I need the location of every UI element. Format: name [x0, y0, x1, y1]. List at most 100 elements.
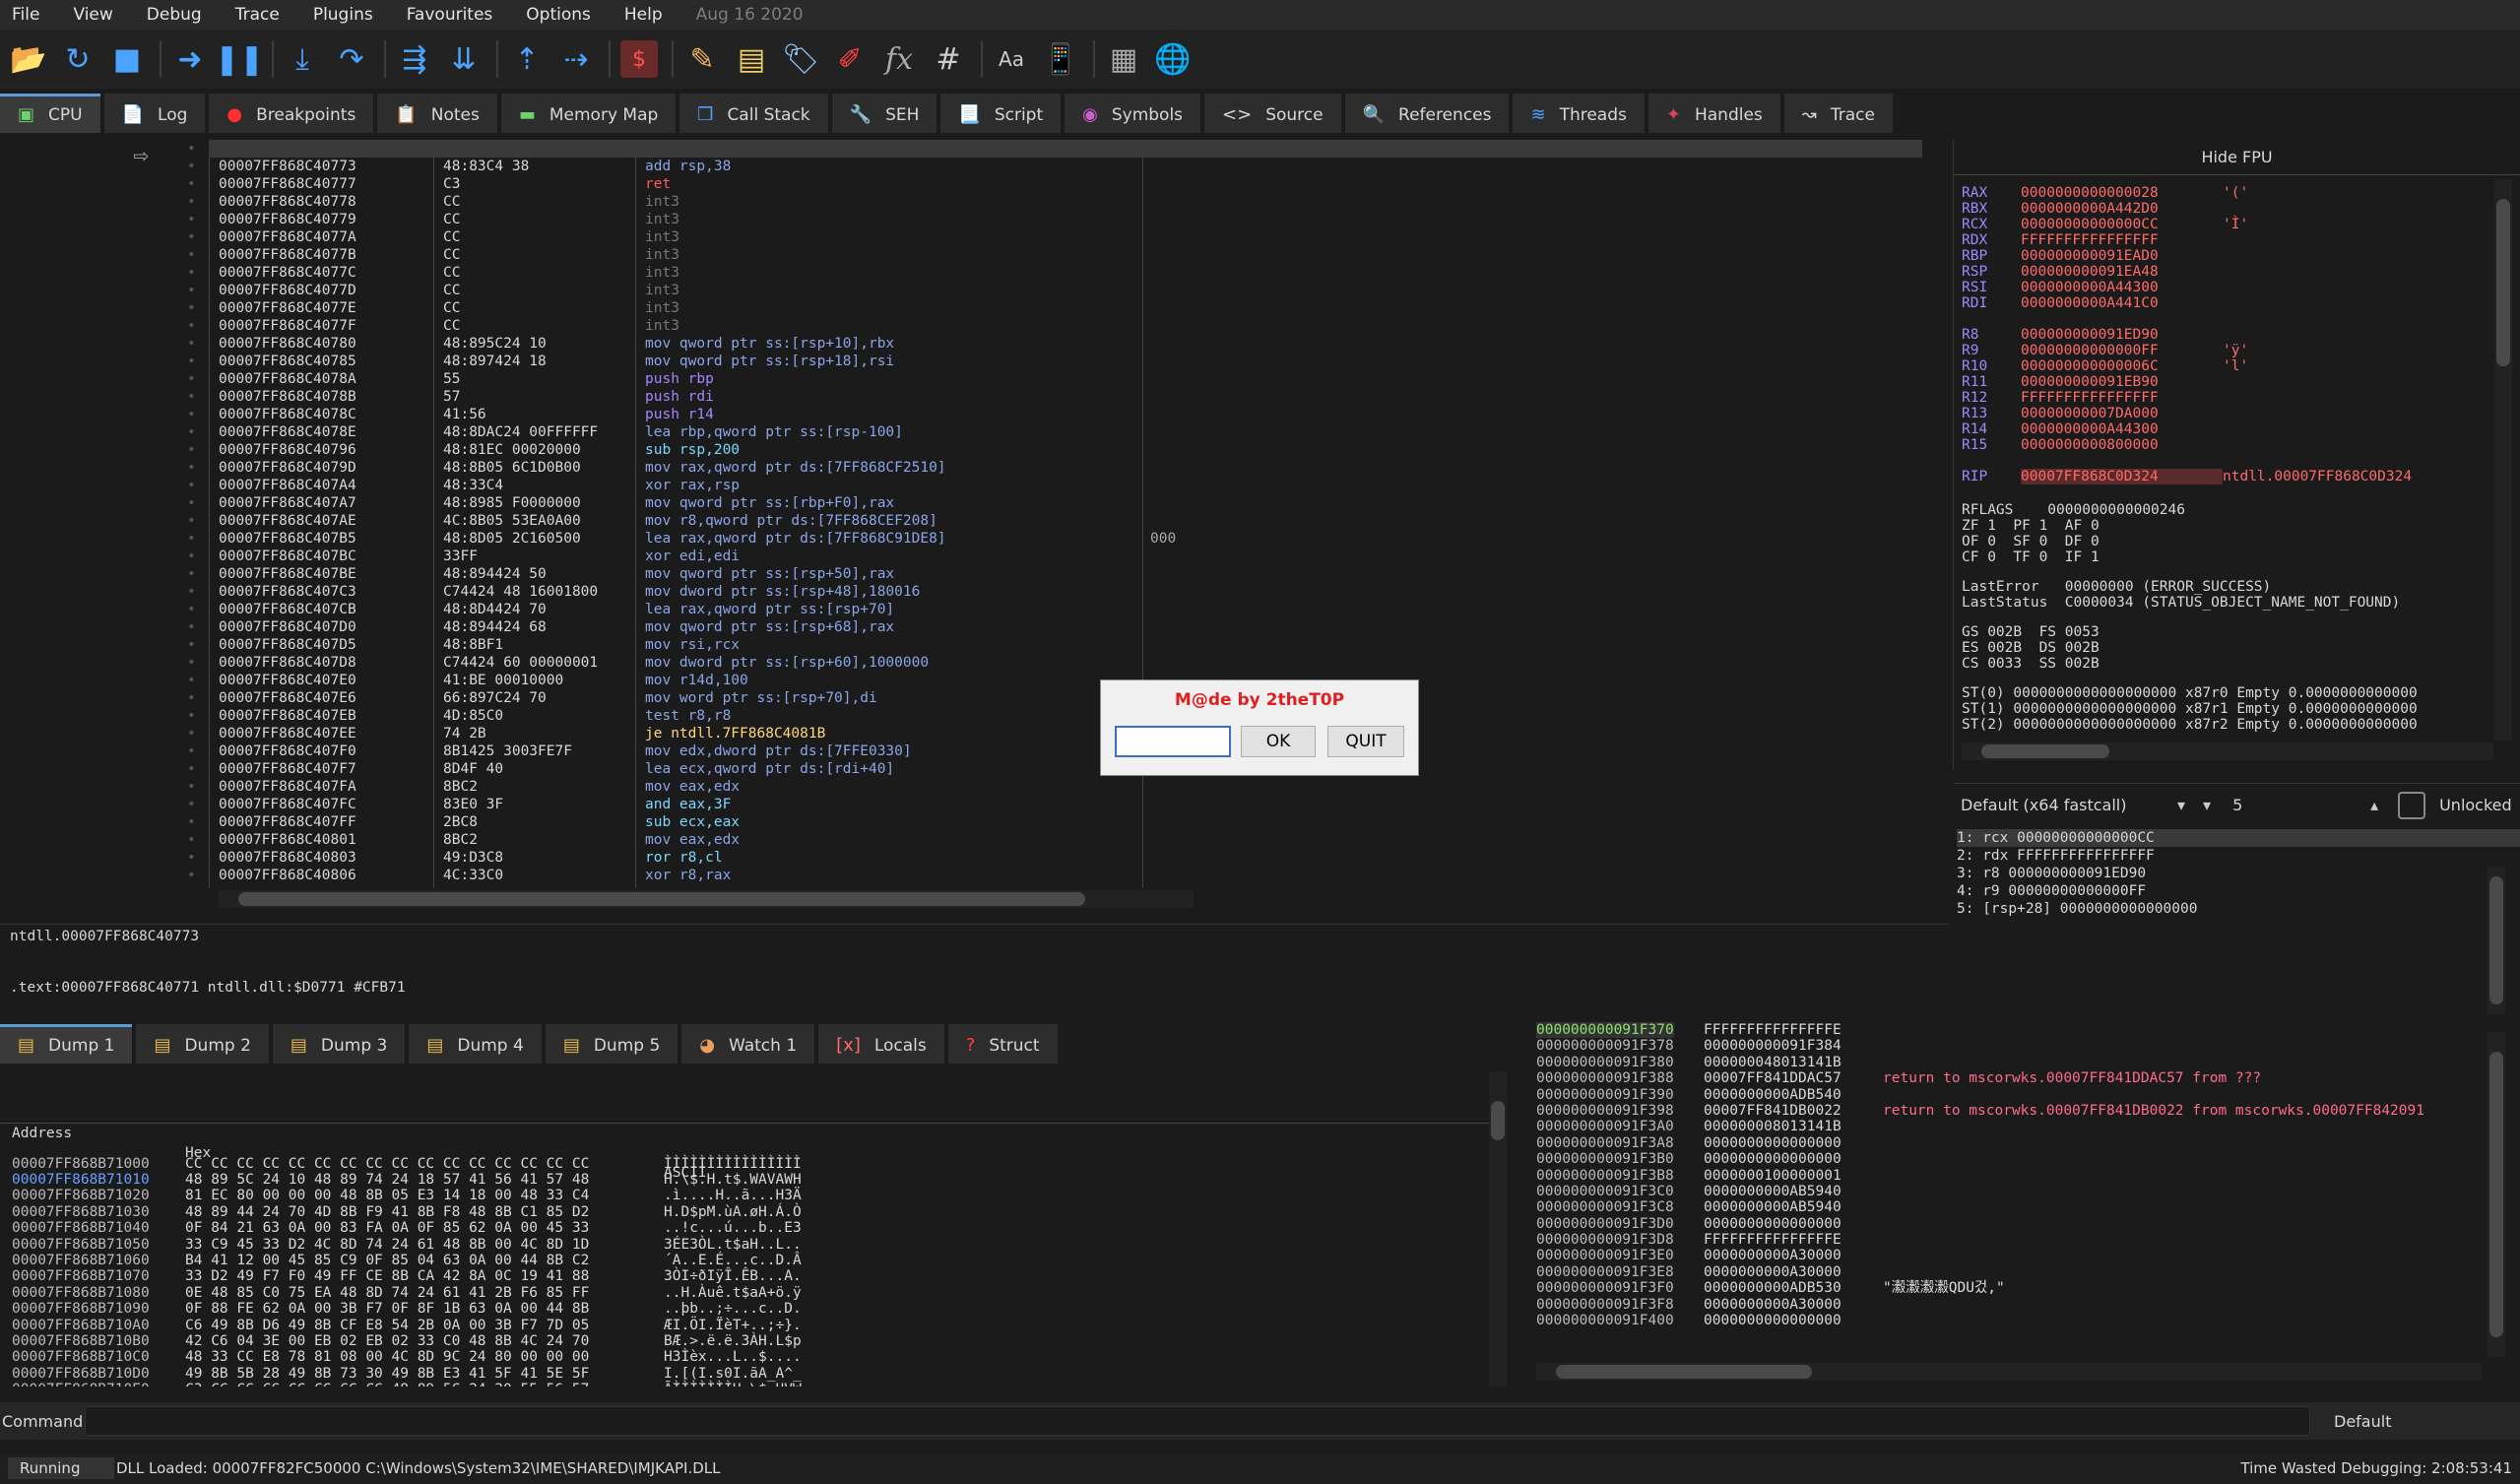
- hash-icon[interactable]: #: [930, 40, 967, 78]
- breakpoint-dot-icon[interactable]: •: [187, 707, 196, 725]
- disasm-row[interactable]: • 00007FF868C40796 48:81EC 00020000 sub rsp…: [0, 441, 1177, 459]
- breakpoint-dot-icon[interactable]: •: [187, 211, 196, 228]
- menu-help[interactable]: Help: [624, 5, 663, 25]
- font-size-icon[interactable]: Aa: [993, 40, 1030, 78]
- register-row[interactable]: [1954, 453, 2520, 469]
- breakpoint-dot-icon[interactable]: •: [187, 423, 196, 441]
- menu-debug[interactable]: Debug: [147, 5, 202, 25]
- breakpoint-dot-icon[interactable]: •: [187, 140, 196, 158]
- register-row[interactable]: RCX 00000000000000CC 'Ì': [1954, 217, 2520, 232]
- disasm-row[interactable]: • 00007FF868C407BE 48:894424 50 mov qword p…: [0, 565, 1177, 583]
- tab-breakpoints[interactable]: ● Breakpoints: [209, 94, 374, 133]
- breakpoint-dot-icon[interactable]: •: [187, 831, 196, 849]
- restart-icon[interactable]: ↻: [59, 40, 97, 78]
- segment-row[interactable]: CS 0033 SS 002B: [1954, 656, 2520, 672]
- tab-handles[interactable]: ✦ Handles: [1648, 94, 1780, 133]
- stack-row[interactable]: 000000000091F370 FFFFFFFFFFFFFFFE: [1526, 1022, 2520, 1039]
- comment-icon[interactable]: ▤: [733, 40, 770, 78]
- chevron-up-icon[interactable]: ▴: [2370, 796, 2378, 814]
- argument-row[interactable]: 2: rdx FFFFFFFFFFFFFFFF: [1957, 847, 2520, 865]
- disasm-row[interactable]: • 00007FF868C4077B CC int3: [0, 246, 1177, 264]
- disasm-row[interactable]: • 00007FF868C40779 CC int3: [0, 211, 1177, 228]
- breakpoint-dot-icon[interactable]: •: [187, 299, 196, 317]
- disasm-row[interactable]: • 00007FF868C407FA 8BC2 mov eax,edx: [0, 778, 1177, 796]
- breakpoint-dot-icon[interactable]: •: [187, 317, 196, 335]
- register-row[interactable]: RBX 0000000000A442D0: [1954, 201, 2520, 217]
- unlocked-checkbox[interactable]: [2398, 791, 2426, 819]
- tab-locals[interactable]: [x] Locals: [818, 1024, 944, 1064]
- disasm-row[interactable]: • 00007FF868C4078B 57 push rdi: [0, 388, 1177, 406]
- tab-notes[interactable]: 📋 Notes: [377, 94, 497, 133]
- tab-dump-5[interactable]: ▤ Dump 5: [545, 1024, 678, 1064]
- stack-row[interactable]: 000000000091F380 000000048013141B: [1526, 1055, 2520, 1070]
- arg-count-spinner[interactable]: 5: [2232, 796, 2370, 814]
- tab-script[interactable]: 📃 Script: [940, 94, 1062, 133]
- stack-row[interactable]: 000000000091F390 0000000000ADB540: [1526, 1087, 2520, 1103]
- register-row[interactable]: [1954, 311, 2520, 327]
- tab-struct[interactable]: ? Struct: [947, 1024, 1058, 1064]
- patch-icon[interactable]: ✎: [683, 40, 721, 78]
- breakpoint-dot-icon[interactable]: •: [187, 742, 196, 760]
- register-row[interactable]: RSI 0000000000A44300: [1954, 280, 2520, 295]
- segment-row[interactable]: ES 002B DS 002B: [1954, 640, 2520, 656]
- argument-row[interactable]: 3: r8 000000000091ED90: [1957, 865, 2520, 882]
- segment-row[interactable]: GS 002B FS 0053: [1954, 624, 2520, 640]
- register-row[interactable]: R11 000000000091EB90: [1954, 374, 2520, 390]
- dump-row[interactable]: 00007FF868B710A0 C6 49 8B D6 49 8B CF E8 …: [0, 1318, 1502, 1333]
- breakpoint-dot-icon[interactable]: •: [187, 849, 196, 867]
- disasm-row[interactable]: • 00007FF868C4077D CC int3: [0, 282, 1177, 299]
- argument-row[interactable]: 5: [rsp+28] 0000000000000000: [1957, 900, 2520, 918]
- breakpoint-dot-icon[interactable]: •: [187, 264, 196, 282]
- dump-rows[interactable]: 00007FF868B71000 CC CC CC CC CC CC CC CC …: [0, 1156, 1502, 1387]
- disasm-row[interactable]: • 00007FF868C40777 C3 ret: [0, 175, 1177, 193]
- stack-row[interactable]: 000000000091F3A8 0000000000000000: [1526, 1135, 2520, 1151]
- dump-row[interactable]: 00007FF868B710E0 C3 CC CC CC CC CC CC CC …: [0, 1382, 1502, 1387]
- register-row[interactable]: RDX FFFFFFFFFFFFFFFF: [1954, 232, 2520, 248]
- arguments-list[interactable]: 1: rcx 00000000000000CC 2: rdx FFFFFFFFFF…: [1953, 829, 2520, 1016]
- stack-row[interactable]: 000000000091F388 00007FF841DDAC57 return t…: [1526, 1070, 2520, 1086]
- calculator-icon[interactable]: ▦: [1105, 40, 1142, 78]
- disasm-row[interactable]: • 00007FF868C407FF 2BC8 sub ecx,eax: [0, 813, 1177, 831]
- register-row[interactable]: R10 000000000000006C 'l': [1954, 358, 2520, 374]
- last-error[interactable]: LastError 00000000 (ERROR_SUCCESS): [1954, 579, 2520, 595]
- argument-row[interactable]: 4: r9 00000000000000FF: [1957, 882, 2520, 900]
- trace-over-icon[interactable]: ⇊: [445, 40, 483, 78]
- argument-row[interactable]: 1: rcx 00000000000000CC: [1957, 829, 2520, 847]
- disasm-row[interactable]: • 00007FF868C407FC 83E0 3F and eax,3F: [0, 796, 1177, 813]
- open-folder-icon[interactable]: 📂: [10, 40, 47, 78]
- disasm-row[interactable]: • 00007FF868C407CB 48:8D4424 70 lea rax,qwo…: [0, 601, 1177, 618]
- dump-row[interactable]: 00007FF868B71040 0F 84 21 63 0A 00 83 FA …: [0, 1220, 1502, 1236]
- stop-icon[interactable]: ■: [108, 40, 146, 78]
- disasm-row[interactable]: • 00007FF868C407AE 4C:8B05 53EA0A00 mov r8,…: [0, 512, 1177, 530]
- rflags[interactable]: RFLAGS 0000000000000246: [1954, 502, 2520, 518]
- register-row[interactable]: R13 00000000007DA000: [1954, 406, 2520, 421]
- register-row[interactable]: R8 000000000091ED90: [1954, 327, 2520, 343]
- tab-dump-4[interactable]: ▤ Dump 4: [409, 1024, 542, 1064]
- register-row[interactable]: R9 00000000000000FF 'ÿ': [1954, 343, 2520, 358]
- disasm-row[interactable]: • 00007FF868C407D8 C74424 60 00000001 mov d…: [0, 654, 1177, 672]
- disasm-row[interactable]: • 00007FF868C407A7 48:8985 F0000000 mov qwo…: [0, 494, 1177, 512]
- disasm-row[interactable]: • 00007FF868C407D0 48:894424 68 mov qword p…: [0, 618, 1177, 636]
- run-icon[interactable]: ➜: [171, 40, 209, 78]
- breakpoint-dot-icon[interactable]: •: [187, 530, 196, 548]
- disasm-row[interactable]: • 00007FF868C407E6 66:897C24 70 mov word pt…: [0, 689, 1177, 707]
- menu-trace[interactable]: Trace: [235, 5, 280, 25]
- disasm-row[interactable]: • 00007FF868C407A4 48:33C4 xor rax,rsp: [0, 477, 1177, 494]
- disasm-row[interactable]: • 00007FF868C40780 48:895C24 10 mov qword p…: [0, 335, 1177, 353]
- breakpoint-dot-icon[interactable]: •: [187, 477, 196, 494]
- breakpoint-dot-icon[interactable]: •: [187, 760, 196, 778]
- stack-row[interactable]: 000000000091F3C8 0000000000AB5940: [1526, 1199, 2520, 1215]
- disasm-row[interactable]: • 00007FF868C4079D 48:8B05 6C1D0B00 mov rax…: [0, 459, 1177, 477]
- dump-row[interactable]: 00007FF868B71020 81 EC 80 00 00 00 48 8B …: [0, 1188, 1502, 1203]
- breakpoint-dot-icon[interactable]: •: [187, 672, 196, 689]
- globe-icon[interactable]: 🌐: [1154, 40, 1192, 78]
- breakpoint-dot-icon[interactable]: •: [187, 618, 196, 636]
- disasm-row[interactable]: • 00007FF868C407BC 33FF xor edi,edi: [0, 548, 1177, 565]
- disasm-row[interactable]: • 00007FF868C4078A 55 push rbp: [0, 370, 1177, 388]
- stack-row[interactable]: 000000000091F3B0 0000000000000000: [1526, 1151, 2520, 1167]
- breakpoint-dot-icon[interactable]: •: [187, 867, 196, 884]
- disasm-row[interactable]: • 00007FF868C40803 49:D3C8 ror r8,cl: [0, 849, 1177, 867]
- disasm-row[interactable]: • 00007FF868C407F0 8B1425 3003FE7F mov edx,…: [0, 742, 1177, 760]
- register-row[interactable]: R12 FFFFFFFFFFFFFFFF: [1954, 390, 2520, 406]
- breakpoint-dot-icon[interactable]: •: [187, 388, 196, 406]
